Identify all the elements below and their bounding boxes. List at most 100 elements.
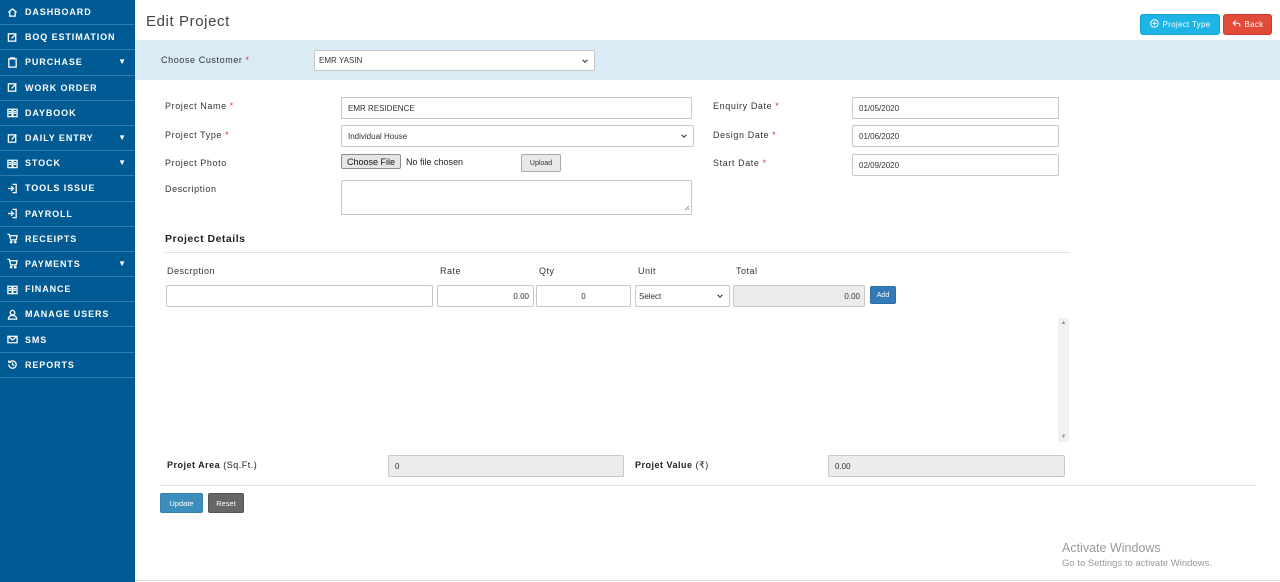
caret-down-icon[interactable]: ▼ [118, 259, 127, 268]
watermark-line-2: Go to Settings to activate Windows. [1062, 558, 1212, 569]
choose-file-button[interactable]: Choose File [341, 154, 402, 169]
sidebar-item-label: SMS [25, 334, 48, 345]
item-description-input[interactable] [166, 285, 433, 307]
sidebar-item-label: BOQ ESTIMATION [25, 32, 116, 43]
sidebar-item-tools-issue[interactable]: TOOLS ISSUE [0, 176, 135, 202]
sidebar-item-reports[interactable]: REPORTS [0, 353, 135, 378]
caret-down-icon[interactable]: ▼ [118, 133, 127, 142]
column-header-rate: Rate [440, 266, 462, 276]
reply-icon [1231, 19, 1241, 30]
items-scrollbar[interactable]: ▲ ▼ [1058, 318, 1069, 442]
description-textarea[interactable] [341, 180, 692, 215]
start-date-label: Start Date * [713, 158, 767, 168]
envelope-icon [6, 334, 18, 346]
book-icon [6, 107, 18, 119]
sidebar-item-finance[interactable]: FINANCE [0, 277, 135, 303]
sidebar: DASHBOARD BOQ ESTIMATION PURCHASE ▼ WORK ORD… [0, 0, 135, 582]
description-label: Description [165, 184, 217, 194]
sidebar-item-label: DAILY ENTRY [25, 133, 94, 144]
design-date-input[interactable]: 01/06/2020 [852, 125, 1059, 147]
caret-down-icon[interactable]: ▼ [118, 158, 127, 167]
design-date-value: 01/06/2020 [859, 131, 900, 141]
sidebar-item-label: PAYROLL [25, 208, 73, 219]
scroll-down-icon[interactable]: ▼ [1058, 432, 1069, 442]
project-name-input[interactable]: EMR RESIDENCE [341, 97, 692, 119]
project-name-label: Project Name * [165, 101, 234, 111]
sidebar-item-manage-users[interactable]: MANAGE USERS [0, 302, 135, 328]
home-icon [6, 6, 18, 18]
sidebar-item-daily-entry[interactable]: DAILY ENTRY ▼ [0, 126, 135, 152]
edit-icon [6, 31, 18, 43]
history-icon [6, 359, 18, 371]
sidebar-item-daybook[interactable]: DAYBOOK [0, 101, 135, 126]
sidebar-item-label: REPORTS [25, 359, 75, 370]
item-rate-input[interactable]: 0.00 [437, 285, 534, 307]
book-icon [6, 157, 18, 169]
enquiry-date-value: 01/05/2020 [859, 103, 900, 113]
plus-circle-icon [1149, 19, 1159, 30]
sidebar-item-work-order[interactable]: WORK ORDER [0, 76, 135, 101]
item-qty-input[interactable]: 0 [536, 285, 631, 307]
cart-icon [6, 233, 18, 245]
sidebar-item-label: RECEIPTS [25, 233, 78, 244]
item-total-value: 0.00 [844, 291, 860, 301]
sidebar-item-stock[interactable]: STOCK ▼ [0, 151, 135, 177]
sidebar-item-label: PURCHASE [25, 57, 83, 68]
items-list [166, 318, 1069, 442]
update-button[interactable]: Update [160, 493, 203, 513]
enquiry-date-input[interactable]: 01/05/2020 [852, 97, 1059, 119]
sidebar-item-label: STOCK [25, 158, 61, 169]
choose-customer-label: Choose Customer * [161, 55, 250, 65]
cart-icon [6, 258, 18, 270]
item-qty-value: 0 [581, 291, 586, 301]
sidebar-item-payroll[interactable]: PAYROLL [0, 202, 135, 227]
start-date-input[interactable]: 02/09/2020 [852, 154, 1059, 176]
project-area-input: 0 [388, 455, 624, 477]
chevron-down-icon [680, 132, 688, 140]
sidebar-item-purchase[interactable]: PURCHASE ▼ [0, 50, 135, 76]
sidebar-item-receipts[interactable]: RECEIPTS [0, 227, 135, 252]
upload-button[interactable]: Upload [521, 154, 561, 172]
chevron-down-icon [581, 57, 589, 65]
sidebar-item-label: TOOLS ISSUE [25, 183, 96, 194]
column-header-total: Total [736, 266, 758, 276]
file-status-text: No file chosen [406, 157, 464, 167]
start-date-value: 02/09/2020 [859, 160, 900, 170]
sidebar-item-label: DAYBOOK [25, 107, 77, 118]
chevron-down-icon [716, 292, 724, 300]
project-area-label: Projet Area (Sq.Ft.) [167, 460, 258, 470]
page-bottom-border [135, 580, 1280, 581]
project-type-select[interactable]: Individual House [341, 125, 694, 147]
sidebar-item-boq-estimation[interactable]: BOQ ESTIMATION [0, 25, 135, 51]
sidebar-item-label: FINANCE [25, 284, 72, 295]
sign-in-icon [6, 208, 18, 220]
design-date-label: Design Date * [713, 130, 777, 140]
sidebar-item-sms[interactable]: SMS [0, 327, 135, 353]
add-item-button[interactable]: Add [870, 286, 896, 304]
scroll-up-icon[interactable]: ▲ [1058, 318, 1069, 328]
section-divider [165, 252, 1070, 253]
resize-handle-icon[interactable] [684, 204, 690, 213]
sidebar-item-label: PAYMENTS [25, 258, 81, 269]
caret-down-icon[interactable]: ▼ [118, 57, 127, 66]
item-total-input: 0.00 [733, 285, 865, 307]
project-type-label: Project Type * [165, 130, 230, 140]
item-unit-select[interactable]: Select [635, 285, 730, 307]
project-name-value: EMR RESIDENCE [348, 103, 415, 113]
sidebar-item-label: DASHBOARD [25, 7, 92, 18]
back-button-label: Back [1244, 20, 1264, 29]
item-unit-value: Select [639, 291, 662, 301]
project-value-input: 0.00 [828, 455, 1065, 477]
project-type-button[interactable]: Project Type [1140, 14, 1220, 35]
sign-in-icon [6, 182, 18, 194]
project-details-title: Project Details [165, 233, 246, 245]
activate-windows-watermark: Activate Windows Go to Settings to activ… [1062, 541, 1212, 569]
project-type-value: Individual House [348, 131, 408, 141]
sidebar-item-dashboard[interactable]: DASHBOARD [0, 0, 135, 26]
sidebar-item-payments[interactable]: PAYMENTS ▼ [0, 252, 135, 278]
reset-button[interactable]: Reset [208, 493, 244, 513]
customer-band [135, 40, 1280, 80]
back-button[interactable]: Back [1223, 14, 1272, 35]
item-rate-value: 0.00 [513, 291, 529, 301]
customer-select[interactable]: EMR YASIN [314, 50, 595, 71]
